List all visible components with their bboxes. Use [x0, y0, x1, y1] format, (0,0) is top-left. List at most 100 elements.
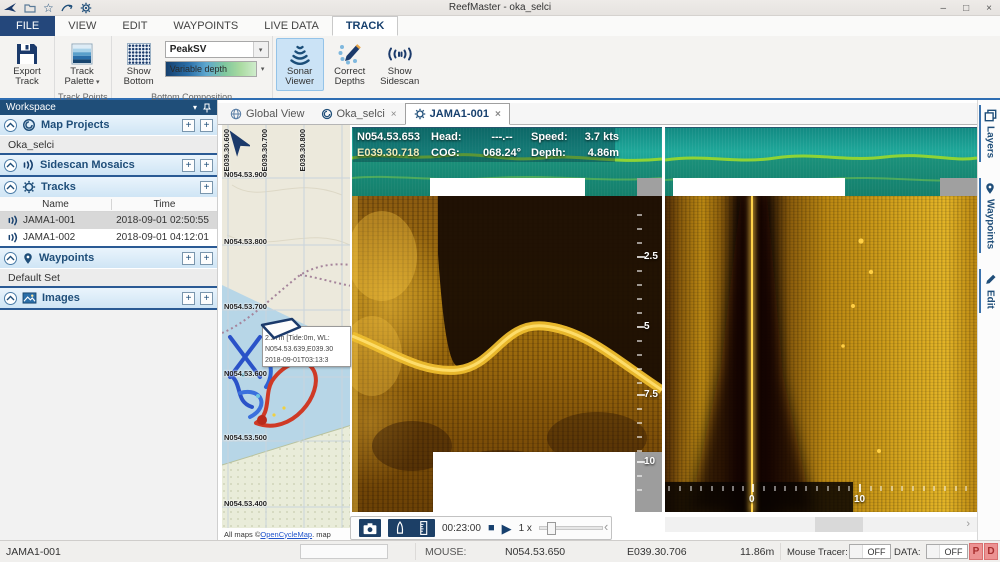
sidescan-panel[interactable]: 0 10	[665, 196, 977, 512]
scroll-right-icon[interactable]: ›	[966, 517, 970, 532]
overlay-speed-label: Speed:	[531, 131, 581, 143]
workspace-panel: Workspace ▾ Map Projects Oka_selci	[0, 100, 218, 540]
collapse-icon[interactable]	[4, 252, 17, 265]
workspace-menu-icon[interactable]: ▾	[193, 103, 197, 112]
d-indicator-button[interactable]: D	[984, 543, 998, 560]
map-project-item[interactable]: Oka_selci	[0, 135, 217, 153]
favorites-star-icon[interactable]: ☆	[43, 3, 54, 13]
doc-tab-global-view[interactable]: Global View	[222, 104, 313, 124]
ruler-view-button[interactable]	[412, 519, 434, 537]
settings-gear-icon[interactable]	[80, 2, 92, 14]
column-header-time[interactable]: Time	[112, 199, 217, 210]
collapse-icon[interactable]	[4, 159, 17, 172]
tab-track[interactable]: TRACK	[332, 16, 399, 36]
add-button[interactable]	[200, 159, 213, 172]
mouse-tracer-toggle[interactable]: OFF	[849, 544, 891, 559]
workspace-header[interactable]: Workspace ▾	[0, 100, 217, 115]
depth-palette-combo[interactable]: Variable depth ▾	[165, 61, 269, 77]
sonar-viewer-button[interactable]: Sonar Viewer	[276, 38, 324, 91]
tracks-table-header: Name Time	[0, 197, 217, 212]
add-button[interactable]	[200, 119, 213, 132]
track-row-jama1-002[interactable]: JAMA1-002 2018-09-01 04:12:01	[0, 229, 217, 246]
pin-icon[interactable]	[203, 103, 211, 113]
map-lon-label: E039.30.800	[298, 129, 307, 172]
collapse-icon[interactable]	[4, 181, 17, 194]
track-row-jama1-001[interactable]: JAMA1-001 2018-09-01 02:50:55	[0, 212, 217, 229]
tab-view[interactable]: VIEW	[55, 16, 109, 36]
boat-view-button[interactable]	[389, 519, 411, 537]
doc-tab-jama1-001[interactable]: JAMA1-001 ×	[405, 103, 510, 125]
overlay-speed-value: 3.7 kts	[581, 131, 619, 143]
section-header-images[interactable]: Images	[0, 288, 217, 308]
mouse-label: MOUSE:	[425, 546, 466, 558]
opencyclemap-link[interactable]: OpenCycleMap	[260, 530, 312, 539]
expand-button[interactable]	[182, 119, 195, 132]
ruler-icon	[418, 520, 429, 536]
expand-button[interactable]	[182, 252, 195, 265]
show-bottom-button[interactable]: Show Bottom	[115, 38, 163, 91]
open-folder-icon[interactable]	[24, 3, 36, 13]
tab-waypoints-side[interactable]: Waypoints	[979, 178, 999, 253]
section-header-sidescan-mosaics[interactable]: Sidescan Mosaics	[0, 155, 217, 175]
hscrollbar-thumb[interactable]	[815, 517, 863, 532]
add-button[interactable]	[200, 292, 213, 305]
document-tab-bar: Global View Oka_selci × JAMA1-001 ×	[218, 103, 977, 125]
strip-scrollbar[interactable]	[637, 178, 662, 196]
p-indicator-button[interactable]: P	[969, 543, 983, 560]
overlay-head-value: ---.--	[473, 131, 531, 143]
add-button[interactable]	[200, 181, 213, 194]
doc-tab-oka-selci[interactable]: Oka_selci ×	[313, 104, 405, 124]
data-label: DATA:	[894, 547, 921, 558]
section-header-map-projects[interactable]: Map Projects	[0, 115, 217, 135]
stop-button[interactable]: ■	[488, 523, 495, 534]
play-button[interactable]: ▶	[502, 522, 512, 535]
strip-scrollbar[interactable]	[940, 178, 977, 196]
add-button[interactable]	[200, 252, 213, 265]
column-header-name[interactable]: Name	[0, 199, 112, 210]
speed-slider[interactable]	[539, 526, 603, 530]
depth-tick-label: 10	[644, 456, 655, 467]
tab-file[interactable]: FILE	[0, 16, 55, 36]
tab-live-data[interactable]: LIVE DATA	[251, 16, 332, 36]
range-tick-label: 0	[749, 494, 755, 505]
close-tab-icon[interactable]: ×	[495, 109, 501, 120]
collapse-icon[interactable]	[4, 292, 17, 305]
map-panel[interactable]: N054.53.900 N054.53.800 N054.53.700 N054…	[222, 125, 352, 528]
send-icon[interactable]	[61, 2, 73, 13]
export-track-button[interactable]: Export Track	[3, 38, 51, 91]
boat-marker-icon[interactable]	[256, 317, 302, 341]
title-bar: ☆ ReefMaster - oka_selci – □ ×	[0, 0, 1000, 16]
tab-edit[interactable]: EDIT	[109, 16, 160, 36]
sidescan-icon	[7, 232, 19, 243]
section-header-tracks[interactable]: Tracks	[0, 177, 217, 197]
map-lat-label: N054.53.500	[224, 433, 267, 442]
close-button[interactable]: ×	[986, 3, 992, 14]
waypoint-set-item[interactable]: Default Set	[0, 268, 217, 286]
expand-button[interactable]	[182, 159, 195, 172]
expand-button[interactable]	[182, 292, 195, 305]
depth-palette-gradient[interactable]: Variable depth	[165, 61, 257, 77]
minimize-button[interactable]: –	[941, 3, 947, 14]
combo-dropdown-icon[interactable]: ▾	[253, 42, 268, 57]
close-tab-icon[interactable]: ×	[391, 109, 397, 120]
bottom-type-combo[interactable]: PeakSV ▾	[165, 41, 269, 58]
tab-waypoints[interactable]: WAYPOINTS	[160, 16, 251, 36]
data-toggle[interactable]: OFF	[926, 544, 968, 559]
snapshot-button[interactable]	[359, 519, 381, 537]
restore-button[interactable]: □	[963, 3, 969, 14]
track-palette-button[interactable]: Track Palette▾	[58, 38, 106, 91]
tab-edit-side[interactable]: Edit	[979, 269, 999, 313]
slider-thumb[interactable]	[547, 522, 556, 535]
collapse-playbar-icon[interactable]: ‹	[604, 519, 608, 534]
tab-layers[interactable]: Layers	[979, 105, 999, 162]
palette-dropdown-icon[interactable]: ▾	[257, 65, 269, 73]
collapse-icon[interactable]	[4, 119, 17, 132]
sonar-2d-panel[interactable]: 2.5 5 7.5 10	[352, 196, 662, 512]
dropdown-icon: ▾	[96, 79, 100, 86]
sidescan-hscrollbar[interactable]: ›	[665, 517, 977, 532]
overlay-lat: N054.53.653	[357, 131, 431, 143]
ribbon-group-viewer: Sonar Viewer Correct Depths Show Sidesca…	[273, 36, 427, 98]
correct-depths-button[interactable]: Correct Depths	[326, 38, 374, 91]
section-header-waypoints[interactable]: Waypoints	[0, 248, 217, 268]
show-sidescan-button[interactable]: Show Sidescan	[376, 38, 424, 91]
